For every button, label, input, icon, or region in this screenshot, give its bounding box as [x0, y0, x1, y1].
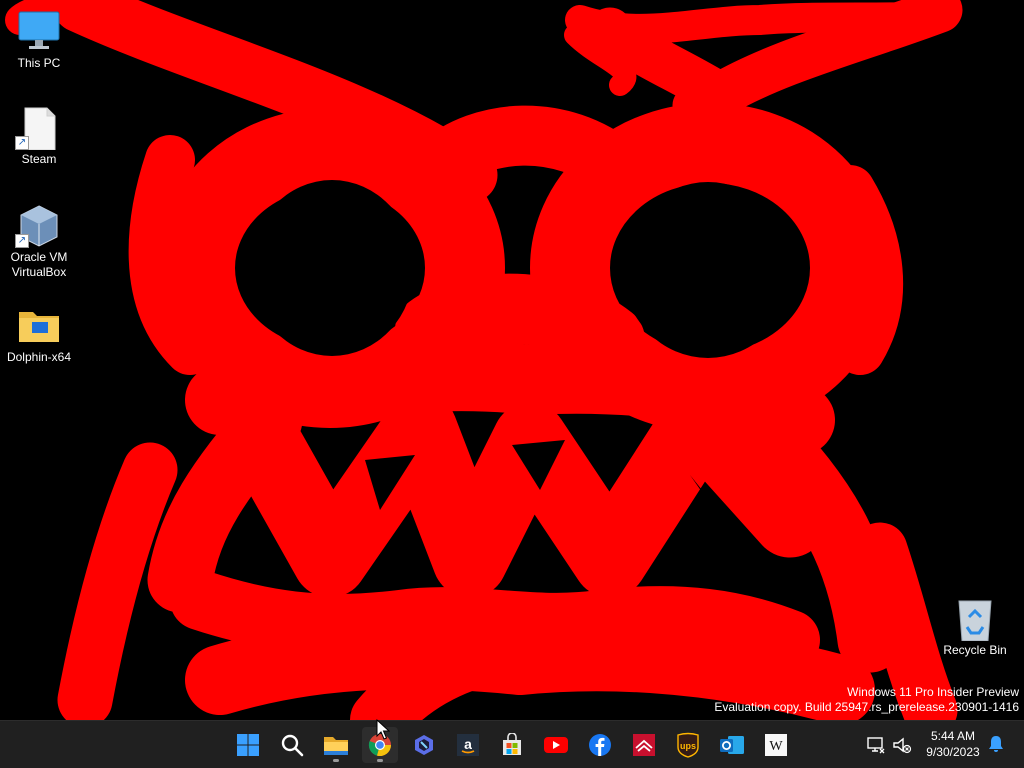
ups-icon: ups	[677, 732, 699, 758]
wikipedia-icon: W	[765, 734, 787, 756]
wikipedia-letter: W	[769, 739, 783, 754]
bank-of-america-icon	[633, 734, 655, 756]
desktop-icon-label: Steam	[21, 152, 57, 166]
desktop-icon-virtualbox[interactable]: ↗ Oracle VM VirtualBox	[1, 204, 77, 280]
watermark-line-2: Evaluation copy. Build 25947.rs_prerelea…	[714, 700, 1019, 714]
taskbar-file-explorer[interactable]	[318, 727, 354, 763]
recycle-bin-icon	[951, 597, 999, 642]
volume-muted-icon[interactable]	[892, 735, 912, 755]
folder-icon	[15, 304, 63, 348]
desktop-icon-steam[interactable]: ↗ Steam	[1, 106, 77, 167]
taskbar-wikipedia[interactable]: W	[758, 727, 794, 763]
taskbar-youtube[interactable]	[538, 727, 574, 763]
desktop-icon-recycle-bin[interactable]: Recycle Bin	[937, 597, 1013, 658]
network-icon[interactable]	[866, 735, 886, 755]
taskbar-ups[interactable]: ups	[670, 727, 706, 763]
desktop-icon-this-pc[interactable]: This PC	[1, 10, 77, 71]
search-button[interactable]	[274, 727, 310, 763]
desktop-icon-label: Recycle Bin	[943, 643, 1007, 657]
monitor-icon	[15, 10, 63, 54]
outlook-icon	[720, 736, 744, 754]
virtualbox-icon: ↗	[15, 204, 63, 248]
clock-date: 9/30/2023	[926, 745, 980, 759]
taskbar-bank-of-america[interactable]	[626, 727, 662, 763]
clock-time: 5:44 AM	[930, 729, 976, 743]
facebook-icon	[589, 734, 611, 756]
taskbar-outlook[interactable]	[714, 727, 750, 763]
file-explorer-icon	[324, 737, 348, 755]
shortcut-arrow-icon: ↗	[15, 136, 29, 150]
desktop-icon-label: Oracle VM VirtualBox	[10, 250, 68, 279]
taskbar-amazon[interactable]: a	[450, 727, 486, 763]
desktop-icon-label: This PC	[17, 56, 61, 70]
taskbar-copilot[interactable]	[406, 727, 442, 763]
mouse-cursor-icon	[376, 719, 390, 740]
evaluation-watermark: Windows 11 Pro Insider Preview Evaluatio…	[714, 685, 1019, 715]
microsoft-store-icon	[503, 733, 521, 755]
ups-text: ups	[680, 741, 696, 751]
running-indicator	[333, 759, 339, 762]
amazon-letter: a	[464, 736, 472, 752]
shortcut-arrow-icon: ↗	[15, 234, 29, 248]
taskbar-microsoft-store[interactable]	[494, 727, 530, 763]
desktop-icon-label: Dolphin-x64	[6, 350, 72, 364]
amazon-icon: a	[457, 734, 479, 756]
running-indicator	[377, 759, 383, 762]
notification-bell-icon[interactable]	[986, 734, 1006, 754]
copilot-icon	[415, 735, 433, 755]
search-icon	[281, 734, 304, 757]
start-button[interactable]	[230, 727, 266, 763]
watermark-line-1: Windows 11 Pro Insider Preview	[847, 685, 1019, 699]
youtube-icon	[544, 737, 568, 753]
file-shortcut-icon: ↗	[15, 106, 63, 151]
taskbar-facebook[interactable]	[582, 727, 618, 763]
start-icon	[237, 734, 259, 756]
desktop-icon-dolphin[interactable]: Dolphin-x64	[1, 304, 77, 365]
system-clock[interactable]: 5:44 AM 9/30/2023	[918, 728, 988, 760]
desktop-wallpaper	[0, 0, 1024, 720]
taskbar: a ups W 5:44 AM 9/30/2023	[0, 720, 1024, 768]
